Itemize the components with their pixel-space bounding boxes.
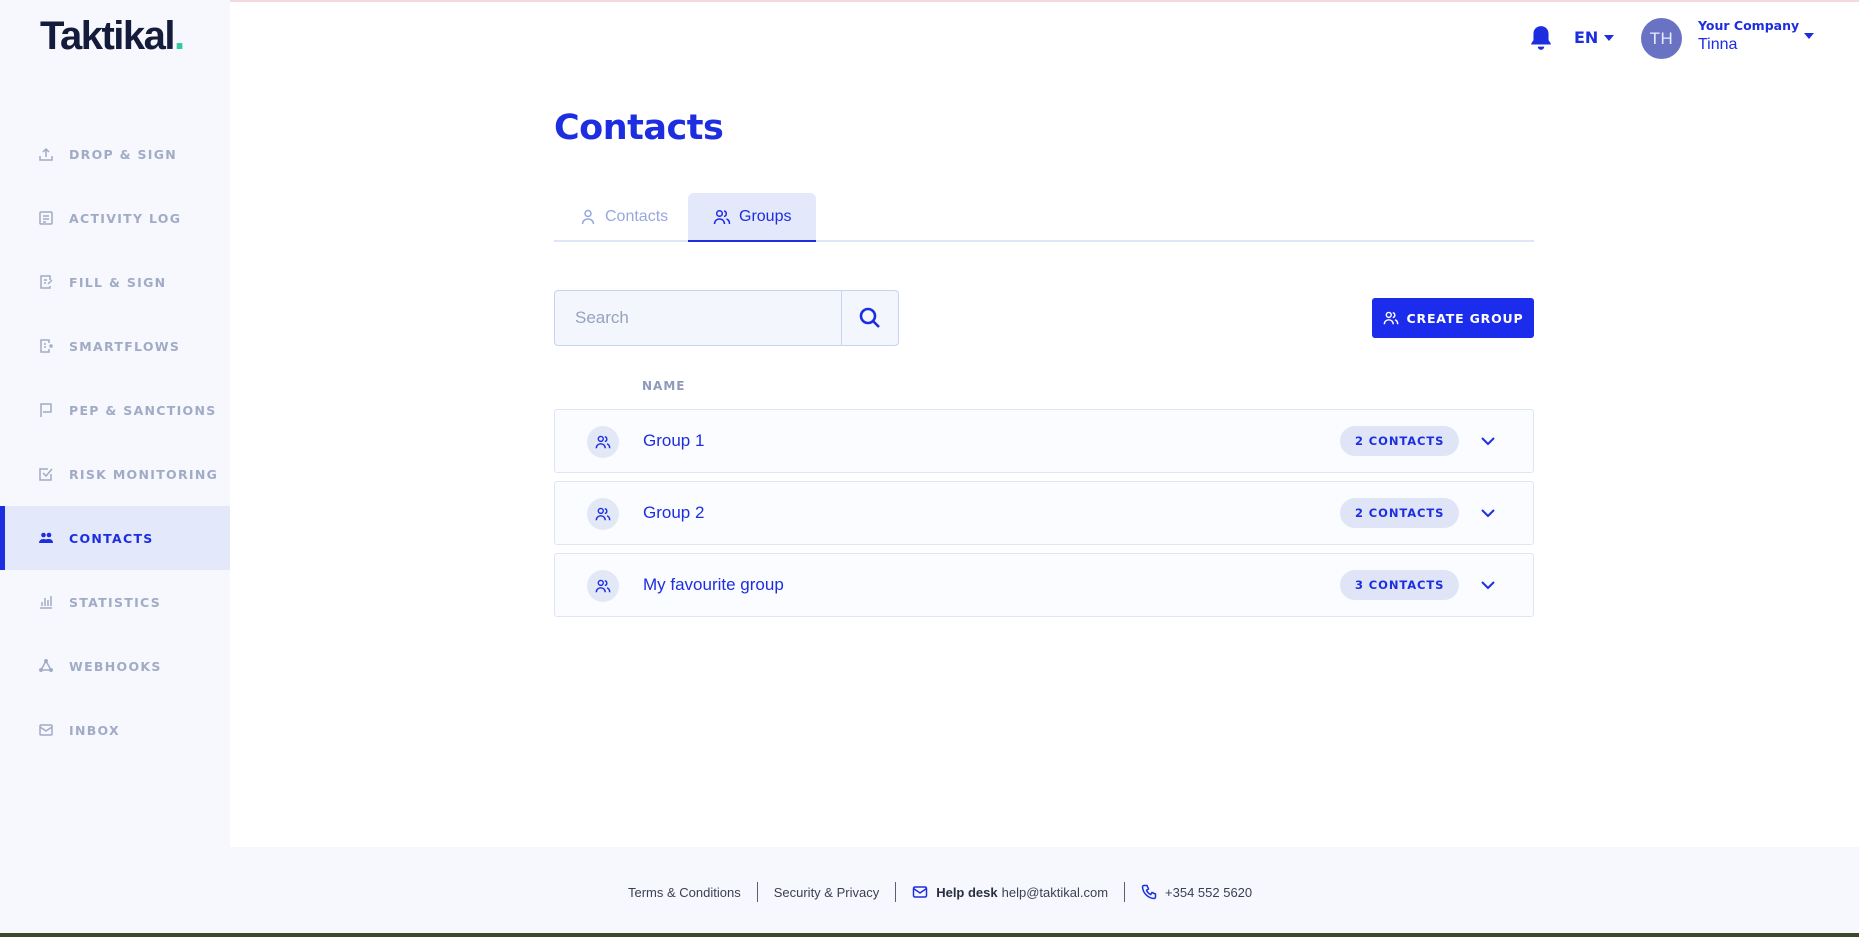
tab-groups[interactable]: Groups (688, 193, 817, 242)
group-add-icon (1383, 311, 1398, 325)
account-caret-down-icon[interactable] (1804, 33, 1814, 39)
security-link[interactable]: Security & Privacy (774, 885, 879, 900)
contacts-count-badge: 2 CONTACTS (1340, 426, 1460, 456)
avatar[interactable]: TH (1641, 18, 1682, 59)
sidebar-item-fill-sign[interactable]: FILL & SIGN (0, 250, 230, 314)
sidebar-item-pep-sanctions[interactable]: PEP & SANCTIONS (0, 378, 230, 442)
sidebar-item-drop-sign[interactable]: DROP & SIGN (0, 122, 230, 186)
group-name: Group 1 (643, 431, 705, 450)
document-flow-icon (38, 338, 54, 354)
notification-bell-icon[interactable] (1528, 24, 1554, 52)
create-group-button[interactable]: CREATE GROUP (1372, 298, 1534, 338)
user-name: Tinna (1698, 36, 1738, 53)
sidebar-nav: DROP & SIGN ACTIVITY LOG FILL & SIGN SMA… (0, 122, 230, 762)
chevron-down-icon[interactable] (1479, 576, 1497, 594)
sidebar-item-label: RISK MONITORING (69, 466, 219, 482)
group-icon (587, 426, 619, 458)
groups-list: Group 1 2 CONTACTS Group 2 2 CONTACTS My… (554, 409, 1534, 625)
account-menu[interactable]: Your Company Tinna (1698, 18, 1799, 54)
mail-icon (912, 886, 928, 898)
upload-icon (38, 146, 54, 162)
mail-icon (38, 722, 54, 738)
footer-divider (756, 882, 758, 902)
group-icon (587, 570, 619, 602)
sidebar-item-webhooks[interactable]: WEBHOOKS (0, 634, 230, 698)
sidebar-item-label: WEBHOOKS (69, 658, 162, 674)
search-input[interactable] (555, 291, 841, 345)
contacts-count-badge: 3 CONTACTS (1340, 570, 1460, 600)
footer-divider (895, 882, 897, 902)
sidebar-item-label: PEP & SANCTIONS (69, 402, 217, 418)
users-icon (38, 530, 54, 546)
sidebar-item-label: STATISTICS (69, 594, 162, 610)
phone: +354 552 5620 (1141, 884, 1252, 900)
group-row[interactable]: Group 2 2 CONTACTS (554, 481, 1534, 545)
page-title: Contacts (554, 108, 724, 148)
document-edit-icon (38, 274, 54, 290)
tab-bar: Contacts Groups (554, 193, 1534, 242)
chevron-down-icon[interactable] (1479, 432, 1497, 450)
sidebar-item-statistics[interactable]: STATISTICS (0, 570, 230, 634)
webhook-icon (38, 658, 54, 674)
column-header-name: NAME (642, 379, 686, 393)
sidebar-item-label: INBOX (69, 722, 120, 738)
phone-icon (1141, 884, 1157, 900)
company-name: Your Company (1698, 18, 1800, 33)
phone-link[interactable]: +354 552 5620 (1165, 885, 1252, 900)
sidebar-item-inbox[interactable]: INBOX (0, 698, 230, 762)
sidebar-item-label: FILL & SIGN (69, 274, 167, 290)
bar-chart-icon (38, 594, 54, 610)
language-selector[interactable]: EN (1574, 28, 1615, 47)
chevron-down-icon[interactable] (1479, 504, 1497, 522)
list-icon (38, 210, 54, 226)
contacts-count-badge: 2 CONTACTS (1340, 498, 1460, 528)
create-group-label: CREATE GROUP (1406, 310, 1524, 326)
sidebar: Taktikal. DROP & SIGN ACTIVITY LOG FILL … (0, 0, 230, 847)
taktikal-logo[interactable]: Taktikal. (40, 14, 185, 59)
sidebar-item-smartflows[interactable]: SMARTFLOWS (0, 314, 230, 378)
sidebar-item-label: ACTIVITY LOG (69, 210, 182, 226)
footer-links: Terms & Conditions Security & Privacy He… (628, 882, 1252, 902)
sidebar-item-contacts[interactable]: CONTACTS (0, 506, 230, 570)
terms-link[interactable]: Terms & Conditions (628, 885, 741, 900)
group-row[interactable]: My favourite group 3 CONTACTS (554, 553, 1534, 617)
tab-label: Contacts (605, 208, 669, 225)
logo-dot: . (174, 14, 185, 58)
sidebar-item-label: CONTACTS (69, 530, 154, 546)
caret-down-icon (1604, 34, 1615, 41)
sidebar-item-label: DROP & SIGN (69, 146, 178, 162)
flag-icon (38, 402, 54, 418)
search-icon (859, 307, 880, 328)
helpdesk-email-link[interactable]: help@taktikal.com (1002, 885, 1108, 900)
tab-contacts[interactable]: Contacts (554, 193, 693, 241)
helpdesk: Help desk help@taktikal.com (912, 884, 1108, 900)
checkbox-icon (38, 466, 54, 482)
group-icon (587, 498, 619, 530)
language-label: EN (1574, 28, 1599, 47)
footer: Terms & Conditions Security & Privacy He… (230, 847, 1859, 937)
group-name: My favourite group (643, 575, 784, 594)
group-name: Group 2 (643, 503, 705, 522)
logo-text: Taktikal (40, 14, 176, 58)
group-row[interactable]: Group 1 2 CONTACTS (554, 409, 1534, 473)
bottom-edge (0, 933, 1859, 937)
person-icon (581, 209, 595, 225)
sidebar-item-activity-log[interactable]: ACTIVITY LOG (0, 186, 230, 250)
sidebar-item-label: SMARTFLOWS (69, 338, 181, 354)
footer-divider (1124, 882, 1126, 902)
tab-label: Groups (739, 207, 792, 225)
search-button[interactable] (841, 291, 898, 345)
search-box (554, 290, 899, 346)
helpdesk-label: Help desk (936, 884, 998, 900)
sidebar-item-risk-monitoring[interactable]: RISK MONITORING (0, 442, 230, 506)
group-icon (713, 209, 731, 224)
